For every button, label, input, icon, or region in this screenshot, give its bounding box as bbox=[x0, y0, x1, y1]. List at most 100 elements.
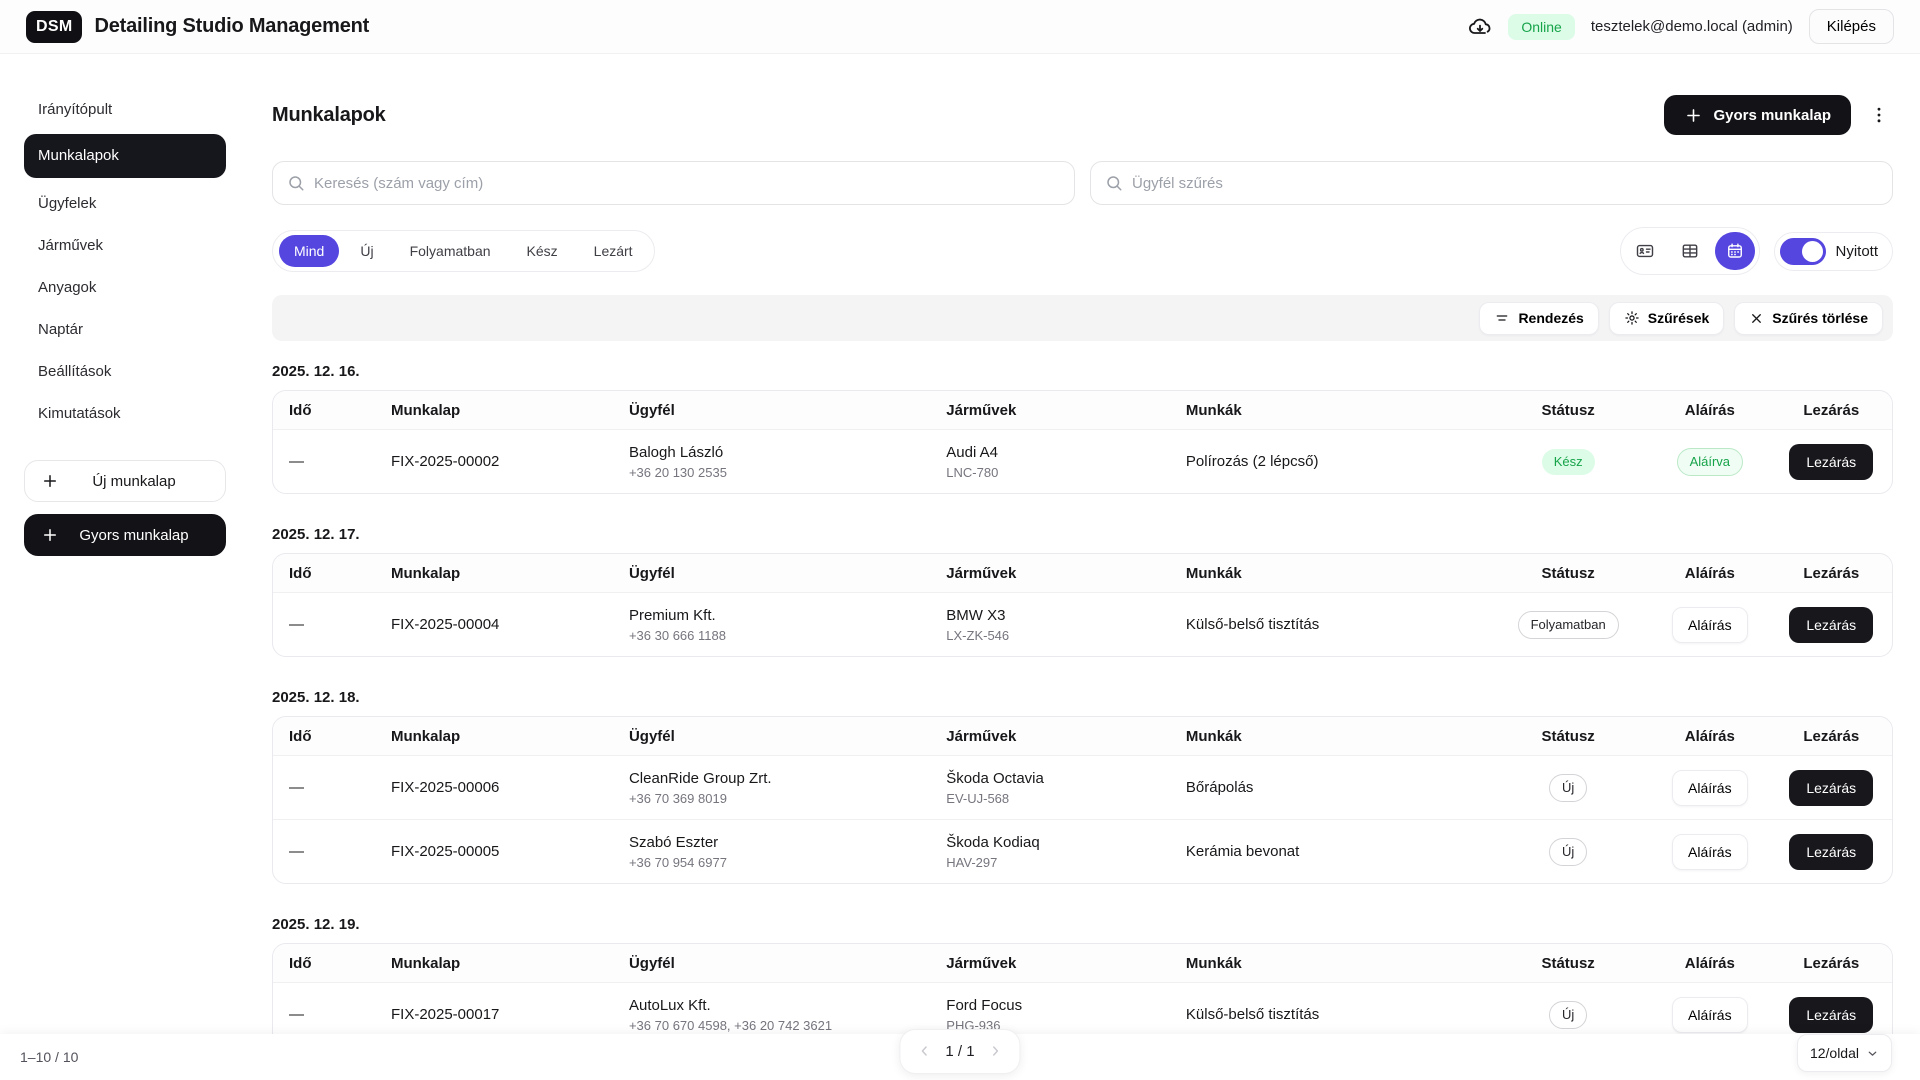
customer-filter-box bbox=[1090, 161, 1893, 205]
id-card-icon[interactable] bbox=[1625, 232, 1665, 270]
col-close: Lezárás bbox=[1771, 717, 1892, 756]
col-signature: Aláírás bbox=[1649, 391, 1770, 430]
customer-phone: +36 70 954 6977 bbox=[629, 855, 914, 870]
col-vehicles: Járművek bbox=[930, 944, 1170, 983]
close-worksheet-button[interactable]: Lezárás bbox=[1789, 444, 1873, 480]
col-works: Munkák bbox=[1170, 391, 1487, 430]
vehicle-name: BMW X3 bbox=[946, 606, 1154, 625]
open-only-toggle[interactable]: Nyitott bbox=[1774, 232, 1893, 271]
filter-chip-in-progress[interactable]: Folyamatban bbox=[395, 235, 506, 267]
status-badge: Új bbox=[1549, 838, 1587, 866]
cloud-download-icon[interactable] bbox=[1468, 15, 1492, 39]
customer-name: CleanRide Group Zrt. bbox=[629, 769, 914, 788]
vehicle-plate: HAV-297 bbox=[946, 855, 1154, 870]
search-input[interactable] bbox=[314, 175, 1060, 192]
col-time: Idő bbox=[273, 554, 375, 593]
col-vehicles: Járművek bbox=[930, 554, 1170, 593]
calendar-icon[interactable] bbox=[1715, 232, 1755, 270]
chevron-left-icon[interactable] bbox=[916, 1043, 932, 1059]
sidebar-item-reports[interactable]: Kimutatások bbox=[24, 394, 226, 434]
vehicle-name: Škoda Kodiaq bbox=[946, 833, 1154, 852]
col-time: Idő bbox=[273, 944, 375, 983]
table-row[interactable]: — FIX-2025-00006 CleanRide Group Zrt. +3… bbox=[273, 756, 1892, 820]
works-cell: Bőrápolás bbox=[1170, 756, 1487, 820]
col-customer: Ügyfél bbox=[613, 391, 930, 430]
table-row[interactable]: — FIX-2025-00002 Balogh László +36 20 13… bbox=[273, 430, 1892, 494]
col-status: Státusz bbox=[1487, 944, 1649, 983]
table-grid-icon[interactable] bbox=[1670, 232, 1710, 270]
time-cell: — bbox=[273, 820, 375, 884]
signature-button[interactable]: Aláírás bbox=[1672, 834, 1748, 870]
close-worksheet-button[interactable]: Lezárás bbox=[1789, 770, 1873, 806]
signature-button[interactable]: Aláírás bbox=[1672, 997, 1748, 1033]
works-cell: Polírozás (2 lépcső) bbox=[1170, 430, 1487, 494]
sidebar-item-worksheets[interactable]: Munkalapok bbox=[24, 134, 226, 178]
sidebar-item-customers[interactable]: Ügyfelek bbox=[24, 184, 226, 224]
status-badge: Új bbox=[1549, 1001, 1587, 1029]
customer-name: Balogh László bbox=[629, 443, 914, 462]
filters-button[interactable]: Szűrések bbox=[1609, 302, 1724, 335]
group-date: 2025. 12. 16. bbox=[272, 363, 1893, 380]
sort-button[interactable]: Rendezés bbox=[1479, 302, 1598, 335]
plus-icon bbox=[41, 526, 59, 544]
status-badge: Új bbox=[1549, 774, 1587, 802]
table-header-row: Idő Munkalap Ügyfél Járművek Munkák Stát… bbox=[273, 391, 1892, 430]
new-worksheet-button[interactable]: Új munkalap bbox=[24, 460, 226, 502]
result-range: 1–10 / 10 bbox=[20, 1049, 78, 1065]
search-icon bbox=[1105, 174, 1123, 192]
close-worksheet-button[interactable]: Lezárás bbox=[1789, 834, 1873, 870]
x-icon bbox=[1749, 311, 1764, 326]
sidebar-item-vehicles[interactable]: Járművek bbox=[24, 226, 226, 266]
signature-button[interactable]: Aláírás bbox=[1672, 607, 1748, 643]
view-mode-group bbox=[1620, 227, 1760, 275]
sidebar-item-dashboard[interactable]: Irányítópult bbox=[24, 90, 226, 130]
table-header-row: Idő Munkalap Ügyfél Járművek Munkák Stát… bbox=[273, 944, 1892, 983]
table-row[interactable]: — FIX-2025-00005 Szabó Eszter +36 70 954… bbox=[273, 820, 1892, 884]
customer-filter-input[interactable] bbox=[1132, 175, 1878, 192]
chevron-right-icon[interactable] bbox=[988, 1043, 1004, 1059]
kebab-menu-icon[interactable] bbox=[1865, 99, 1893, 131]
col-status: Státusz bbox=[1487, 391, 1649, 430]
clear-filters-button[interactable]: Szűrés törlése bbox=[1734, 302, 1883, 335]
customer-phone: +36 30 666 1188 bbox=[629, 628, 914, 643]
customer-phone: +36 20 130 2535 bbox=[629, 465, 914, 480]
vehicle-plate: LNC-780 bbox=[946, 465, 1154, 480]
time-cell: — bbox=[273, 756, 375, 820]
sidebar-item-settings[interactable]: Beállítások bbox=[24, 352, 226, 392]
col-worksheet: Munkalap bbox=[375, 944, 613, 983]
page-size-select[interactable]: 12/oldal bbox=[1797, 1034, 1892, 1072]
status-badge: Kész bbox=[1542, 449, 1595, 475]
close-worksheet-button[interactable]: Lezárás bbox=[1789, 997, 1873, 1033]
col-works: Munkák bbox=[1170, 717, 1487, 756]
filter-chip-new[interactable]: Új bbox=[345, 235, 388, 267]
customer-phone: +36 70 369 8019 bbox=[629, 791, 914, 806]
toolbar-band: Rendezés Szűrések Szűrés törlése bbox=[272, 295, 1893, 341]
table-row[interactable]: — FIX-2025-00004 Premium Kft. +36 30 666… bbox=[273, 593, 1892, 657]
col-status: Státusz bbox=[1487, 554, 1649, 593]
toggle-switch[interactable] bbox=[1780, 238, 1826, 265]
gear-icon bbox=[1624, 310, 1640, 326]
vehicle-plate: EV-UJ-568 bbox=[946, 791, 1154, 806]
time-cell: — bbox=[273, 593, 375, 657]
col-works: Munkák bbox=[1170, 944, 1487, 983]
filter-chip-closed[interactable]: Lezárt bbox=[579, 235, 648, 267]
filter-chip-all[interactable]: Mind bbox=[279, 235, 339, 267]
quick-worksheet-button[interactable]: Gyors munkalap bbox=[1664, 95, 1851, 135]
quick-worksheet-button-sidebar[interactable]: Gyors munkalap bbox=[24, 514, 226, 556]
filter-chip-done[interactable]: Kész bbox=[512, 235, 573, 267]
sidebar: Irányítópult Munkalapok Ügyfelek Járműve… bbox=[0, 54, 250, 1034]
worksheet-id: FIX-2025-00004 bbox=[375, 593, 613, 657]
col-vehicles: Járművek bbox=[930, 391, 1170, 430]
close-worksheet-button[interactable]: Lezárás bbox=[1789, 607, 1873, 643]
signature-button[interactable]: Aláírás bbox=[1672, 770, 1748, 806]
page-indicator: 1 / 1 bbox=[945, 1043, 974, 1060]
sidebar-item-materials[interactable]: Anyagok bbox=[24, 268, 226, 308]
status-badge: Folyamatban bbox=[1518, 611, 1619, 639]
customer-name: Premium Kft. bbox=[629, 606, 914, 625]
logout-button[interactable]: Kilépés bbox=[1809, 9, 1894, 44]
worksheet-id: FIX-2025-00005 bbox=[375, 820, 613, 884]
vehicle-name: Škoda Octavia bbox=[946, 769, 1154, 788]
col-works: Munkák bbox=[1170, 554, 1487, 593]
sidebar-item-calendar[interactable]: Naptár bbox=[24, 310, 226, 350]
col-close: Lezárás bbox=[1771, 944, 1892, 983]
